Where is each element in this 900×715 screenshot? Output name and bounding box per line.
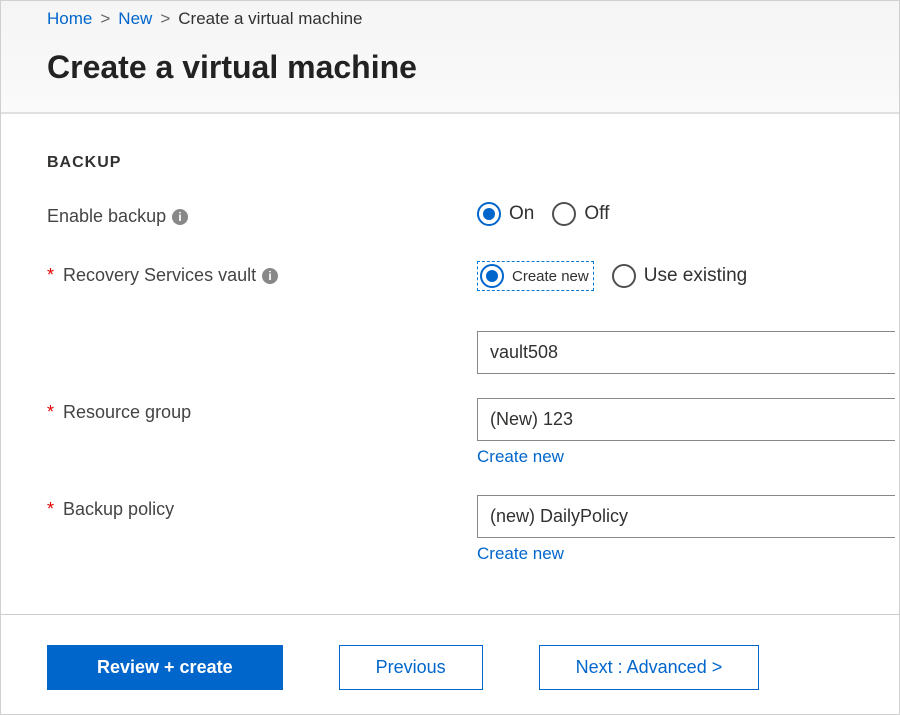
info-icon[interactable]: i <box>172 209 188 225</box>
enable-backup-radio-group: On Off <box>477 202 899 226</box>
backup-policy-create-new-link[interactable]: Create new <box>477 544 564 564</box>
radio-icon <box>477 202 501 226</box>
radio-label: Off <box>584 203 609 225</box>
resource-group-label: Resource group <box>63 402 191 423</box>
radio-icon <box>612 264 636 288</box>
info-icon[interactable]: i <box>262 268 278 284</box>
previous-button[interactable]: Previous <box>339 645 483 690</box>
required-indicator: * <box>47 402 54 423</box>
chevron-right-icon: > <box>100 9 110 29</box>
form-content: BACKUP Enable backup i On Off * Recovery… <box>1 114 899 564</box>
radio-label: Create new <box>512 268 589 285</box>
radio-vault-create-new[interactable]: Create new <box>477 261 594 291</box>
breadcrumb-new[interactable]: New <box>118 9 152 29</box>
breadcrumb-current: Create a virtual machine <box>178 9 362 29</box>
required-indicator: * <box>47 499 54 520</box>
radio-enable-backup-on[interactable]: On <box>477 202 534 226</box>
radio-label: Use existing <box>644 265 748 287</box>
breadcrumb-home[interactable]: Home <box>47 9 92 29</box>
recovery-vault-radio-group: Create new Use existing <box>477 261 899 291</box>
breadcrumb: Home > New > Create a virtual machine <box>1 1 899 33</box>
resource-group-input[interactable] <box>477 398 895 441</box>
radio-enable-backup-off[interactable]: Off <box>552 202 609 226</box>
vault-name-input[interactable] <box>477 331 895 374</box>
page-title: Create a virtual machine <box>1 33 899 112</box>
next-advanced-button[interactable]: Next : Advanced > <box>539 645 760 690</box>
enable-backup-label: Enable backup <box>47 206 166 227</box>
resource-group-create-new-link[interactable]: Create new <box>477 447 564 467</box>
wizard-footer: Review + create Previous Next : Advanced… <box>1 614 899 714</box>
chevron-right-icon: > <box>160 9 170 29</box>
required-indicator: * <box>47 265 54 286</box>
radio-label: On <box>509 203 534 225</box>
radio-icon <box>552 202 576 226</box>
section-header-backup: BACKUP <box>47 154 899 172</box>
backup-policy-label: Backup policy <box>63 499 174 520</box>
review-create-button[interactable]: Review + create <box>47 645 283 690</box>
radio-vault-use-existing[interactable]: Use existing <box>612 264 748 288</box>
radio-icon <box>480 264 504 288</box>
backup-policy-input[interactable] <box>477 495 895 538</box>
recovery-vault-label: Recovery Services vault <box>63 265 256 286</box>
